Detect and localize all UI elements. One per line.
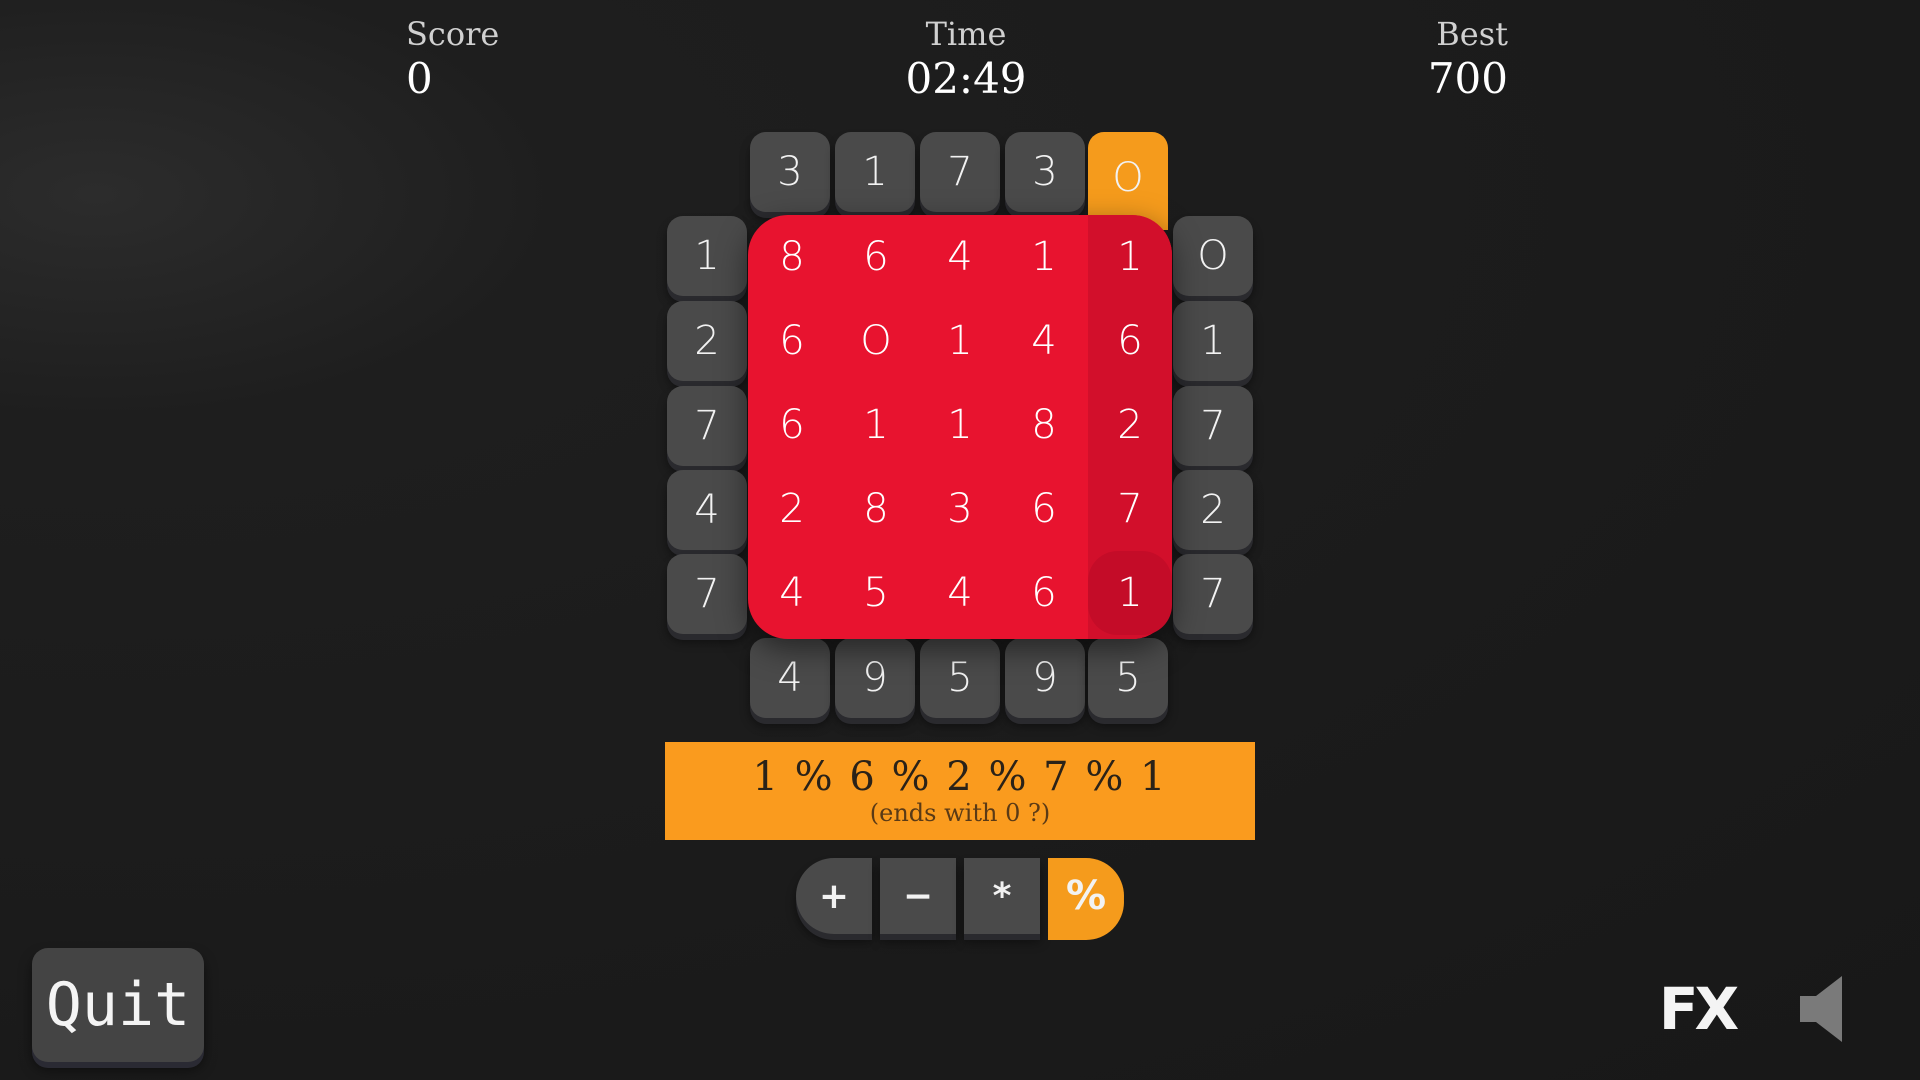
grid-cell-r5-c1[interactable]: 4	[750, 551, 834, 635]
operator-minus-button[interactable]: −	[880, 858, 956, 934]
grid-cell-r3-c3[interactable]: 1	[918, 383, 1002, 467]
expression-hint: (ends with 0 ?)	[869, 799, 1051, 827]
score-display: Score 0	[406, 14, 499, 104]
grid-cell-r2-c3[interactable]: 1	[918, 299, 1002, 383]
grid-cell-r3-c5[interactable]: 2	[1088, 383, 1172, 467]
right-tile-5[interactable]: 7	[1173, 554, 1253, 634]
score-value: 0	[406, 54, 433, 103]
grid-cell-r4-c4[interactable]: 6	[1002, 467, 1086, 551]
score-label: Score	[406, 15, 500, 53]
right-tile-2[interactable]: 1	[1173, 301, 1253, 381]
operator-plus-button[interactable]: +	[796, 858, 872, 934]
top-tile-2[interactable]: 1	[835, 132, 915, 212]
top-tile-1[interactable]: 3	[750, 132, 830, 212]
grid-cell-r4-c2[interactable]: 8	[834, 467, 918, 551]
time-value: 02:49	[905, 54, 1027, 103]
grid-cell-r1-c5[interactable]: 1	[1088, 215, 1172, 299]
top-tile-3[interactable]: 7	[920, 132, 1000, 212]
operator-modulo-button[interactable]: %	[1048, 858, 1124, 934]
fx-toggle-button[interactable]: FX	[1652, 975, 1742, 1043]
left-tile-5[interactable]: 7	[667, 554, 747, 634]
grid-cell-r2-c2[interactable]: O	[834, 299, 918, 383]
left-tile-4[interactable]: 4	[667, 470, 747, 550]
expression-text: 1 % 6 % 2 % 7 % 1	[752, 754, 1168, 800]
grid-cell-r5-c4[interactable]: 6	[1002, 551, 1086, 635]
best-value: 700	[1427, 54, 1508, 103]
grid-cell-r1-c1[interactable]: 8	[750, 215, 834, 299]
grid-cell-r1-c4[interactable]: 1	[1002, 215, 1086, 299]
grid-cell-r4-c3[interactable]: 3	[918, 467, 1002, 551]
operator-multiply-button[interactable]: *	[964, 858, 1040, 934]
top-tile-5-selected[interactable]: O	[1088, 132, 1168, 224]
grid-cell-r2-c1[interactable]: 6	[750, 299, 834, 383]
right-tile-1[interactable]: O	[1173, 216, 1253, 296]
grid-cell-r5-c3[interactable]: 4	[918, 551, 1002, 635]
left-tile-1[interactable]: 1	[667, 216, 747, 296]
left-tile-2[interactable]: 2	[667, 301, 747, 381]
speaker-muted-icon[interactable]	[1796, 974, 1848, 1044]
grid-cell-r2-c4[interactable]: 4	[1002, 299, 1086, 383]
bottom-tile-5[interactable]: 5	[1088, 638, 1168, 718]
grid-cell-r1-c2[interactable]: 6	[834, 215, 918, 299]
time-label: Time	[925, 15, 1007, 53]
grid-cell-r5-c5-current[interactable]: 1	[1088, 551, 1172, 635]
bottom-tile-1[interactable]: 4	[750, 638, 830, 718]
bottom-tile-2[interactable]: 9	[835, 638, 915, 718]
grid-cell-r4-c5[interactable]: 7	[1088, 467, 1172, 551]
best-display: Best 700	[1428, 14, 1508, 104]
top-tile-4[interactable]: 3	[1005, 132, 1085, 212]
grid-cell-r2-c5[interactable]: 6	[1088, 299, 1172, 383]
left-tile-3[interactable]: 7	[667, 386, 747, 466]
expression-bar: 1 % 6 % 2 % 7 % 1 (ends with 0 ?)	[665, 742, 1255, 840]
grid-cell-r3-c1[interactable]: 6	[750, 383, 834, 467]
grid-cell-r1-c3[interactable]: 4	[918, 215, 1002, 299]
bottom-tile-3[interactable]: 5	[920, 638, 1000, 718]
grid-cell-r4-c1[interactable]: 2	[750, 467, 834, 551]
bottom-tile-4[interactable]: 9	[1005, 638, 1085, 718]
grid-cell-r3-c4[interactable]: 8	[1002, 383, 1086, 467]
grid-cell-r3-c2[interactable]: 1	[834, 383, 918, 467]
right-tile-3[interactable]: 7	[1173, 386, 1253, 466]
best-label: Best	[1436, 15, 1508, 53]
grid-cell-r5-c2[interactable]: 5	[834, 551, 918, 635]
quit-button[interactable]: Quit	[32, 948, 204, 1062]
right-tile-4[interactable]: 2	[1173, 470, 1253, 550]
time-display: Time 02:49	[886, 14, 1046, 104]
